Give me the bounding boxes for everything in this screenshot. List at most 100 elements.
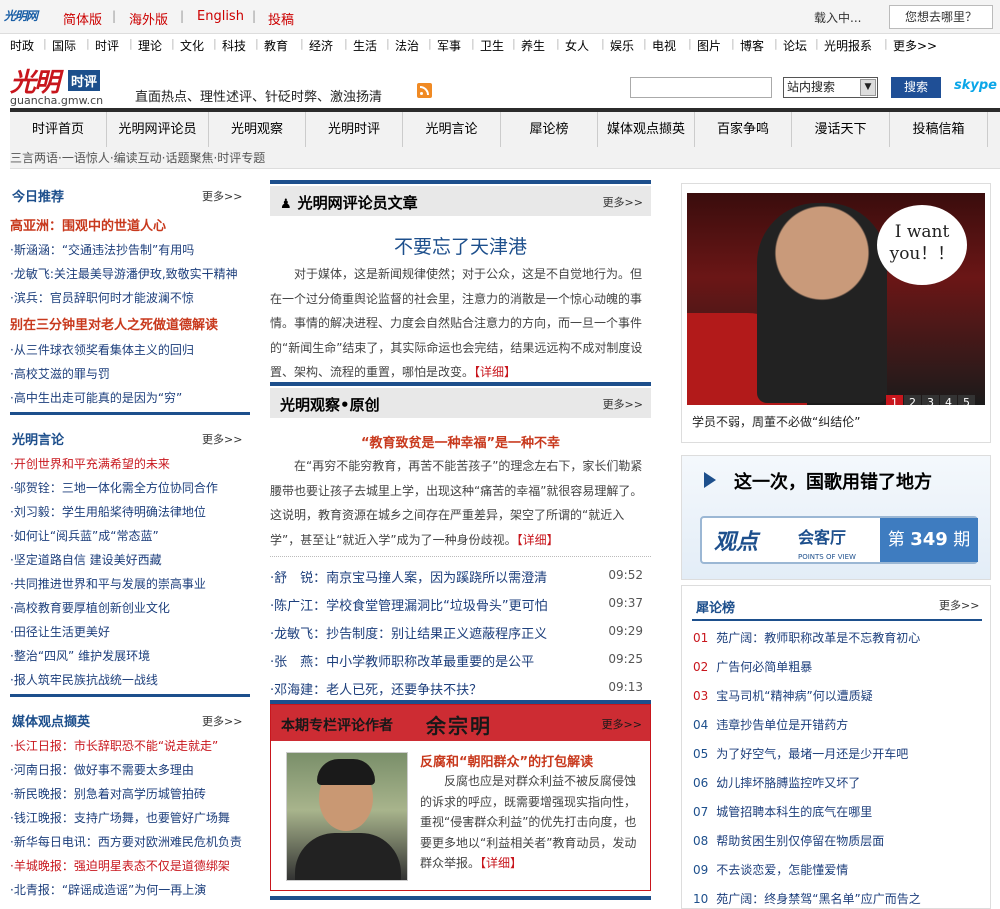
today-item[interactable]: ·高中生出走可能真的是因为“穷” [10, 389, 182, 406]
today-item[interactable]: ·高校艾滋的罪与罚 [10, 365, 110, 382]
rank-item[interactable]: 01 苑广阔：教师职称改革是不忘教育初心 [693, 629, 920, 646]
search-scope-select[interactable]: 站内搜索 ▼ [783, 77, 878, 98]
rank-item[interactable]: 05 为了好空气，最堵一月还是少开车吧 [693, 745, 908, 762]
channel-link[interactable]: 时评 [95, 37, 119, 54]
channel-link[interactable]: 电视 [652, 37, 676, 54]
channel-link[interactable]: 国际 [52, 37, 76, 54]
slide-page-button[interactable]: 1 [886, 395, 903, 405]
yanlun-item[interactable]: ·高校教育要厚植创新创业文化 [10, 599, 170, 616]
today-item[interactable]: 别在三分钟里对老人之死做道德解读 [10, 314, 218, 333]
nav-tab[interactable]: 投稿信箱 [890, 112, 988, 147]
author-photo[interactable] [286, 752, 408, 881]
today-item[interactable]: 高亚洲：围观中的世道人心 [10, 215, 166, 234]
observe-more-link[interactable]: 更多>> [603, 396, 643, 412]
link-overseas[interactable]: 海外版 [129, 9, 168, 28]
channel-link[interactable]: 军事 [437, 37, 461, 54]
today-item[interactable]: ·斯涵涵：“交通违法抄告制”有用吗 [10, 241, 194, 258]
author-detail-link[interactable]: 【详细】 [480, 856, 522, 870]
nav-tab[interactable]: 光明网评论员 [107, 112, 209, 147]
yanlun-item[interactable]: ·报人筑牢民族抗战统一战线 [10, 671, 158, 688]
commentator-detail-link[interactable]: 【详细】 [474, 365, 516, 379]
yanlun-item[interactable]: ·刘习毅：学生用船桨待明确法律地位 [10, 503, 206, 520]
promo-caption[interactable]: 学员不弱，周董不必做“纠结伦” [692, 413, 860, 430]
yanlun-item[interactable]: ·共同推进世界和平与发展的崇高事业 [10, 575, 206, 592]
channel-link[interactable]: 博客 [740, 37, 764, 54]
channel-link[interactable]: 图片 [697, 37, 721, 54]
yanlun-item[interactable]: ·田径让生活更美好 [10, 623, 110, 640]
channel-link[interactable]: 卫生 [480, 37, 504, 54]
link-submit[interactable]: 投稿 [268, 9, 294, 28]
yanlun-more-link[interactable]: 更多>> [202, 431, 242, 447]
promo-image[interactable]: I want you！！ 12345 [687, 193, 985, 405]
points-of-view-banner[interactable]: 观点 会客厅 POINTS OF VIEW 第 349 期 [700, 516, 978, 564]
nav-tab[interactable]: 光明观察 [209, 112, 306, 147]
channel-link[interactable]: 科技 [222, 37, 246, 54]
today-more-link[interactable]: 更多>> [202, 188, 242, 204]
author-article-title[interactable]: 反腐和“朝阳群众”的打包解读 [420, 751, 593, 770]
skype-icon[interactable]: skype [954, 78, 997, 93]
author-more-link[interactable]: 更多>> [602, 716, 642, 732]
channel-link[interactable]: 娱乐 [610, 37, 634, 54]
observe-detail-link[interactable]: 【详细】 [517, 533, 559, 547]
rss-icon[interactable] [417, 83, 432, 98]
rank-item[interactable]: 03 宝马司机“精神病”何以遭质疑 [693, 687, 873, 704]
news-link[interactable]: ·龙敏飞：抄告制度：别让结果正义遮蔽程序正义 [270, 627, 547, 642]
channel-link[interactable]: 时政 [10, 37, 34, 54]
channel-link[interactable]: 理论 [138, 37, 162, 54]
observe-headline[interactable]: “教育致贫是一种幸福”是一种不幸 [270, 432, 651, 451]
link-english[interactable]: English [197, 9, 244, 24]
channel-link[interactable]: 经济 [309, 37, 333, 54]
media-item[interactable]: ·长江日报：市长辞职恐不能“说走就走” [10, 737, 218, 754]
rank-item[interactable]: 08 帮助贫困生别仅停留在物质层面 [693, 832, 884, 849]
yanlun-item[interactable]: ·整治“四风” 维护发展环境 [10, 647, 150, 664]
channel-link[interactable]: 文化 [180, 37, 204, 54]
slide-page-button[interactable]: 3 [922, 395, 939, 405]
news-link[interactable]: ·陈广江：学校食堂管理漏洞比“垃圾骨头”更可怕 [270, 599, 548, 614]
site-logo[interactable]: 光明 时评 guancha.gmw.cn [10, 62, 110, 110]
channel-link[interactable]: 论坛 [783, 37, 807, 54]
media-item[interactable]: ·北青报：“辟谣成造谣”为何一再上演 [10, 881, 206, 898]
media-item[interactable]: ·羊城晚报：强迫明星表态不仅是道德绑架 [10, 857, 230, 874]
channel-link[interactable]: 女人 [565, 37, 589, 54]
channel-link[interactable]: 养生 [521, 37, 545, 54]
rank-more-link[interactable]: 更多>> [939, 597, 979, 613]
news-link[interactable]: ·张 燕：中小学教师职称改革最重要的是公平 [270, 655, 534, 670]
channel-link[interactable]: 生活 [353, 37, 377, 54]
nav-tab[interactable]: 媒体观点撷英 [598, 112, 695, 147]
rank-item[interactable]: 07 城管招聘本科生的底气在哪里 [693, 803, 872, 820]
nav-tab[interactable]: 百家争鸣 [695, 112, 792, 147]
author-name[interactable]: 余宗明 [426, 710, 492, 739]
today-item[interactable]: ·从三件球衣领奖看集体主义的回归 [10, 341, 194, 358]
media-item[interactable]: ·钱江晚报：支持广场舞，也要管好广场舞 [10, 809, 230, 826]
today-item[interactable]: ·滨兵：官员辞职何时才能波澜不惊 [10, 289, 194, 306]
slide-page-button[interactable]: 5 [958, 395, 975, 405]
today-item[interactable]: ·龙敏飞:关注最美导游潘伊玫,致敬实干精神 [10, 265, 238, 282]
sub-nav-links[interactable]: 三言两语·一语惊人·编读互动·话题聚焦·时评专题 [10, 151, 265, 165]
search-button[interactable]: 搜索 [891, 77, 941, 98]
yanlun-item[interactable]: ·坚定道路自信 建设美好西藏 [10, 551, 162, 568]
media-more-link[interactable]: 更多>> [202, 713, 242, 729]
yanlun-item[interactable]: ·如何让“阅兵蓝”成“常态蓝” [10, 527, 159, 544]
yanlun-item[interactable]: ·开创世界和平充满希望的未来 [10, 455, 170, 472]
slide-page-button[interactable]: 2 [904, 395, 921, 405]
channel-link[interactable]: 更多>> [893, 37, 937, 54]
anthem-title[interactable]: 这一次，国歌用错了地方 [734, 468, 932, 494]
commentator-headline[interactable]: 不要忘了天津港 [270, 232, 651, 259]
channel-link[interactable]: 法治 [395, 37, 419, 54]
link-simplified[interactable]: 简体版 [63, 9, 102, 28]
rank-item[interactable]: 04 违章抄告单位是开错药方 [693, 716, 848, 733]
rank-item[interactable]: 10 苑广阔：终身禁驾“黑名单”应广而告之 [693, 890, 921, 907]
yanlun-item[interactable]: ·邬贺铨：三地一体化需全方位协同合作 [10, 479, 218, 496]
media-item[interactable]: ·河南日报：做好事不需要太多理由 [10, 761, 194, 778]
media-item[interactable]: ·新民晚报：别急着对高学历城管拍砖 [10, 785, 206, 802]
where-to-go-dropdown[interactable]: 您想去哪里？ [889, 5, 993, 29]
channel-link[interactable]: 教育 [264, 37, 288, 54]
nav-tab[interactable]: 光明言论 [403, 112, 501, 147]
nav-tab[interactable]: 光明时评 [306, 112, 403, 147]
gmw-small-logo[interactable]: 光明网 [4, 7, 38, 24]
rank-item[interactable]: 06 幼儿摔坏胳膊监控咋又坏了 [693, 774, 860, 791]
commentator-more-link[interactable]: 更多>> [603, 194, 643, 210]
channel-link[interactable]: 光明报系 [824, 37, 872, 54]
nav-tab[interactable]: 犀论榜 [501, 112, 598, 147]
media-item[interactable]: ·新华每日电讯：西方要对欧洲难民危机负责 [10, 833, 242, 850]
